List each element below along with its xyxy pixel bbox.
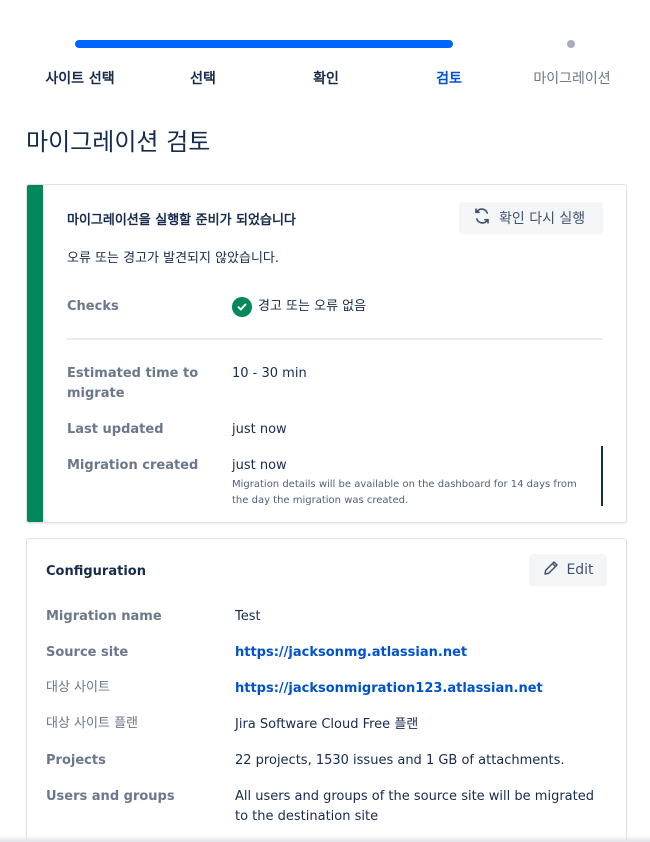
- migration-name-value: Test: [235, 609, 261, 624]
- checks-value: 경고 또는 오류 없음: [232, 297, 366, 317]
- migration-created-value: just now: [232, 458, 287, 473]
- footer-shadow: [0, 836, 650, 842]
- ready-title: 마이그레이션을 실행할 준비가 되었습니다: [67, 213, 296, 228]
- step-select: 선택: [190, 71, 216, 87]
- step-migration: 마이그레이션: [533, 71, 611, 87]
- edit-button[interactable]: Edit: [529, 554, 607, 586]
- progress-bar: [75, 40, 453, 48]
- divider: [67, 338, 603, 340]
- destination-plan-label: 대상 사이트 플랜: [46, 716, 138, 731]
- eta-label: Estimated time to migrate: [67, 366, 199, 401]
- step-review: 검토: [436, 71, 462, 87]
- users-groups-value: All users and groups of the source site …: [235, 789, 594, 824]
- source-site-link[interactable]: https://jacksonmg.atlassian.net: [235, 645, 467, 660]
- users-groups-label: Users and groups: [46, 789, 175, 804]
- migration-name-label: Migration name: [46, 609, 162, 624]
- pencil-icon: [542, 559, 560, 581]
- destination-site-link[interactable]: https://jacksonmigration123.atlassian.ne…: [235, 681, 543, 696]
- projects-value: 22 projects, 1530 issues and 1 GB of att…: [235, 753, 565, 768]
- page-title: 마이그레이션 검토: [26, 128, 211, 156]
- scroll-indicator[interactable]: [601, 446, 603, 506]
- projects-label: Projects: [46, 753, 106, 768]
- check-circle-icon: [232, 297, 252, 317]
- last-updated-label: Last updated: [67, 422, 164, 437]
- destination-site-label: 대상 사이트: [46, 680, 110, 695]
- rerun-checks-button[interactable]: 확인 다시 실행: [459, 202, 603, 234]
- eta-value: 10 - 30 min: [232, 366, 307, 381]
- configuration-title: Configuration: [46, 564, 146, 579]
- source-site-label: Source site: [46, 645, 129, 660]
- rerun-checks-label: 확인 다시 실행: [499, 211, 586, 227]
- refresh-icon: [473, 207, 491, 229]
- edit-label: Edit: [566, 562, 594, 578]
- migration-created-label: Migration created: [67, 458, 199, 473]
- checks-value-text: 경고 또는 오류 없음: [258, 299, 367, 314]
- progress-dot: [567, 40, 575, 48]
- configuration-card: Configuration Edit Migration name Test S…: [26, 538, 627, 842]
- destination-plan-value: Jira Software Cloud Free 플랜: [235, 717, 419, 732]
- progress-tracker: 사이트 선택 선택 확인 검토 마이그레이션: [0, 0, 650, 100]
- ready-subtitle: 오류 또는 경고가 발견되지 않았습니다.: [67, 251, 280, 266]
- step-site-select: 사이트 선택: [45, 71, 115, 87]
- migration-created-note: Migration details will be available on t…: [232, 479, 577, 506]
- checks-label: Checks: [67, 299, 119, 314]
- success-accent-bar: [27, 185, 43, 522]
- last-updated-value: just now: [232, 422, 287, 437]
- ready-card: 마이그레이션을 실행할 준비가 되었습니다 확인 다시 실행 오류 또는 경고가…: [26, 184, 627, 523]
- step-confirm: 확인: [313, 71, 339, 87]
